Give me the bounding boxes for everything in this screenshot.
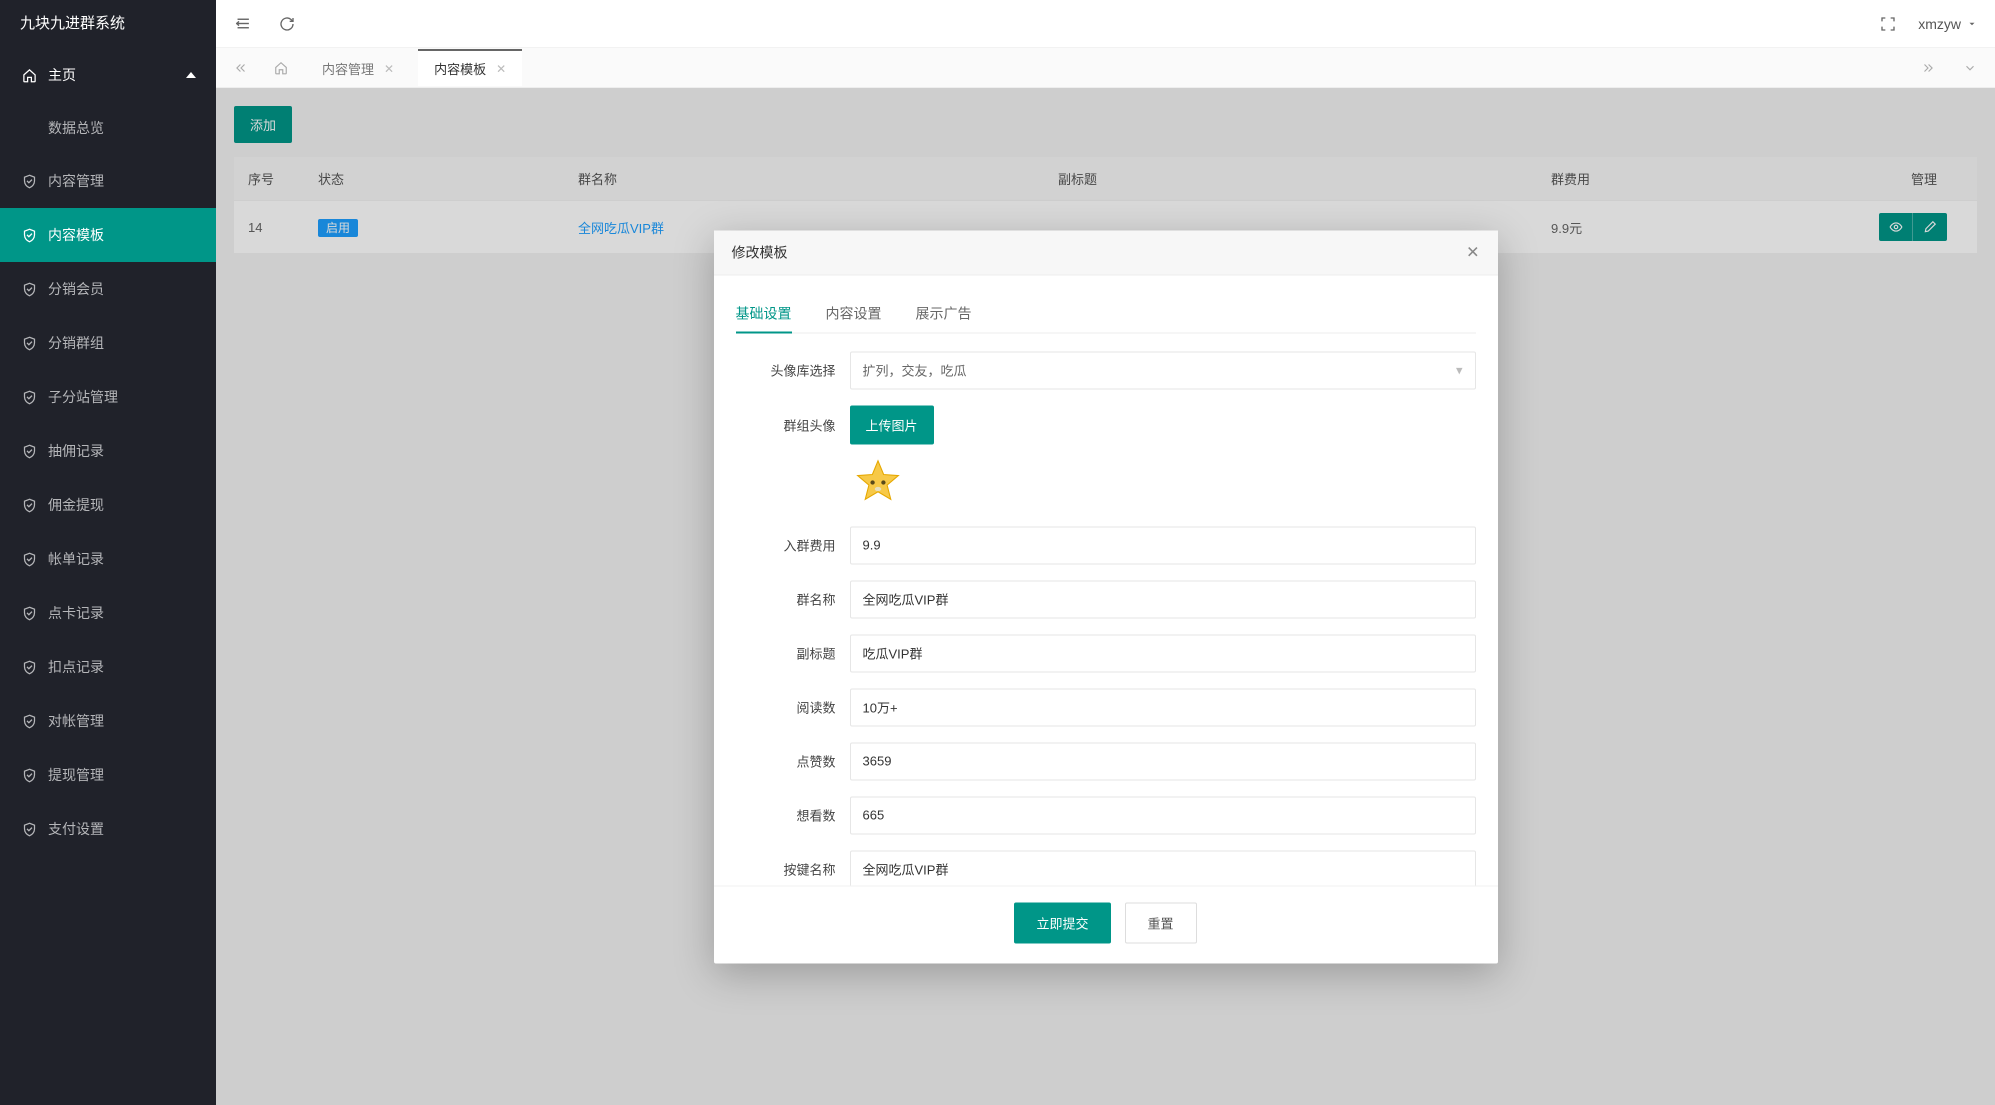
- shield-check-icon: [20, 390, 38, 405]
- sidebar-item-distribution-group[interactable]: 分销群组: [0, 316, 216, 370]
- collapse-sidebar-icon[interactable]: [234, 15, 251, 32]
- refresh-icon[interactable]: [279, 16, 295, 32]
- label-avatar-lib: 头像库选择: [736, 361, 850, 380]
- shield-check-icon: [20, 660, 38, 675]
- chevron-down-icon: ▾: [1456, 362, 1463, 378]
- user-menu[interactable]: xmzyw: [1918, 16, 1977, 32]
- name-input[interactable]: [850, 580, 1476, 618]
- shield-check-icon: [20, 606, 38, 621]
- shield-check-icon: [20, 552, 38, 567]
- sidebar-item-payment-setting[interactable]: 支付设置: [0, 802, 216, 856]
- label-want: 想看数: [736, 806, 850, 825]
- sidebar-item-commission-withdraw[interactable]: 佣金提现: [0, 478, 216, 532]
- tab-menu-icon[interactable]: [1955, 55, 1985, 81]
- sidebar-item-label: 主页: [48, 65, 76, 85]
- want-input[interactable]: [850, 796, 1476, 834]
- modal-title: 修改模板: [732, 242, 788, 262]
- edit-template-modal: 修改模板 ✕ 基础设置 内容设置 展示广告 头像库选择 扩列，交友，吃瓜: [714, 230, 1498, 963]
- sidebar-item-card-record[interactable]: 点卡记录: [0, 586, 216, 640]
- fee-input[interactable]: [850, 526, 1476, 564]
- content-area: 添加 序号 状态 群名称 副标题 群费用 管理 14 启用: [216, 88, 1995, 1105]
- shield-check-icon: [20, 282, 38, 297]
- star-face-icon: [852, 456, 904, 508]
- user-name: xmzyw: [1918, 16, 1961, 32]
- sidebar-item-withdraw-manage[interactable]: 提现管理: [0, 748, 216, 802]
- modal-tab-content[interactable]: 内容设置: [826, 295, 882, 332]
- sidebar-item-commission-record[interactable]: 抽佣记录: [0, 424, 216, 478]
- modal-tab-ad[interactable]: 展示广告: [916, 295, 972, 332]
- label-subtitle: 副标题: [736, 644, 850, 663]
- tab-next-icon[interactable]: [1913, 55, 1943, 81]
- submit-button[interactable]: 立即提交: [1014, 902, 1110, 943]
- shield-check-icon: [20, 174, 38, 189]
- topbar: xmzyw: [216, 0, 1995, 48]
- upload-image-button[interactable]: 上传图片: [850, 405, 934, 444]
- sidebar-item-content-template[interactable]: 内容模板: [0, 208, 216, 262]
- tabbar: 内容管理 ✕ 内容模板 ✕: [216, 48, 1995, 88]
- likes-input[interactable]: [850, 742, 1476, 780]
- chevron-up-icon: [186, 72, 196, 78]
- sidebar-item-substation[interactable]: 子分站管理: [0, 370, 216, 424]
- label-name: 群名称: [736, 590, 850, 609]
- tab-home-icon[interactable]: [264, 55, 298, 81]
- tab-content-manage[interactable]: 内容管理 ✕: [306, 49, 410, 86]
- tab-content-template[interactable]: 内容模板 ✕: [418, 49, 522, 86]
- shield-check-icon: [20, 714, 38, 729]
- sidebar-item-reconcile[interactable]: 对帐管理: [0, 694, 216, 748]
- sidebar: 九块九进群系统 主页 数据总览 内容管理 内容模板 分销会员 分销群组 子分站管…: [0, 0, 216, 1105]
- sidebar-item-home[interactable]: 主页: [0, 48, 216, 102]
- tab-prev-icon[interactable]: [226, 55, 256, 81]
- sidebar-item-distribution-member[interactable]: 分销会员: [0, 262, 216, 316]
- shield-check-icon: [20, 336, 38, 351]
- shield-check-icon: [20, 228, 38, 243]
- label-button-name: 按键名称: [736, 860, 850, 879]
- shield-check-icon: [20, 498, 38, 513]
- avatar-lib-select[interactable]: 扩列，交友，吃瓜 ▾: [850, 351, 1476, 389]
- shield-check-icon: [20, 768, 38, 783]
- home-icon: [20, 68, 38, 83]
- button-name-input[interactable]: [850, 850, 1476, 885]
- modal-close-icon[interactable]: ✕: [1466, 242, 1479, 262]
- modal-tab-basic[interactable]: 基础设置: [736, 295, 792, 333]
- shield-check-icon: [20, 822, 38, 837]
- close-icon[interactable]: ✕: [496, 62, 506, 76]
- subtitle-input[interactable]: [850, 634, 1476, 672]
- avatar-preview: [850, 454, 906, 510]
- shield-check-icon: [20, 444, 38, 459]
- label-group-avatar: 群组头像: [736, 405, 850, 434]
- reads-input[interactable]: [850, 688, 1476, 726]
- sidebar-item-overview[interactable]: 数据总览: [0, 102, 216, 154]
- app-title: 九块九进群系统: [0, 0, 216, 48]
- label-fee: 入群费用: [736, 536, 850, 555]
- main: xmzyw 内容管理 ✕ 内容模板 ✕: [216, 0, 1995, 1105]
- sidebar-item-content-manage[interactable]: 内容管理: [0, 154, 216, 208]
- label-likes: 点赞数: [736, 752, 850, 771]
- fullscreen-icon[interactable]: [1880, 16, 1896, 32]
- chevron-down-icon: [1967, 19, 1977, 29]
- sidebar-item-deduct-record[interactable]: 扣点记录: [0, 640, 216, 694]
- close-icon[interactable]: ✕: [384, 62, 394, 76]
- reset-button[interactable]: 重置: [1125, 902, 1197, 943]
- sidebar-item-bill-record[interactable]: 帐单记录: [0, 532, 216, 586]
- label-reads: 阅读数: [736, 698, 850, 717]
